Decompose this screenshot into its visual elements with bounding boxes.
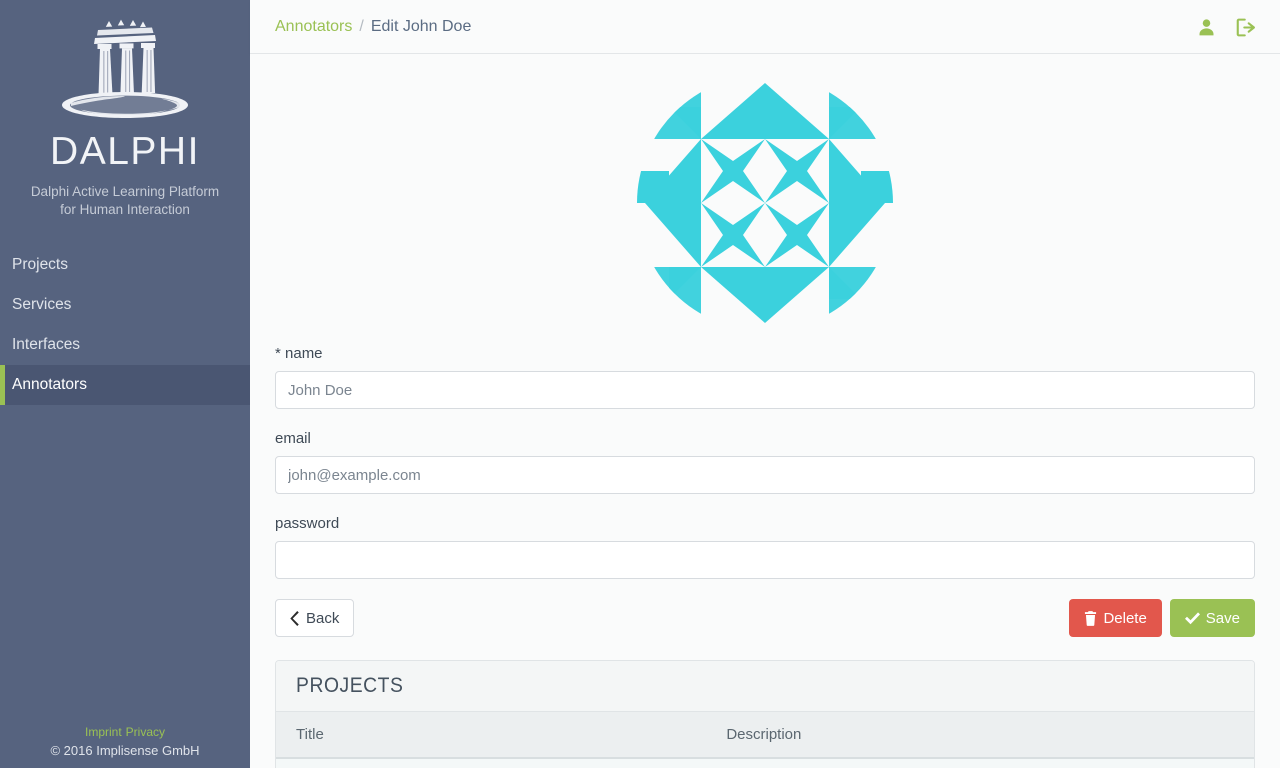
breadcrumb-separator: / xyxy=(359,18,364,35)
right-button-group: Delete Save xyxy=(1069,599,1255,637)
projects-table: Title Description xyxy=(276,712,1254,768)
brand-tagline-line2: for Human Interaction xyxy=(60,202,190,217)
copyright-text: © 2016 Implisense GmbH xyxy=(50,743,200,758)
password-label: password xyxy=(275,515,340,532)
annotator-form: * name email password Back xyxy=(250,344,1280,639)
footer-links: Imprint Privacy xyxy=(0,723,250,741)
user-icon[interactable] xyxy=(1196,17,1217,38)
table-header-row: Title Description xyxy=(276,712,1254,759)
brand-logo-block: DALPHI Dalphi Active Learning Platform f… xyxy=(0,0,250,219)
projects-table-body xyxy=(276,758,1254,768)
projects-panel-title: PROJECTS xyxy=(296,674,404,697)
trash-icon xyxy=(1084,610,1097,626)
logout-icon[interactable] xyxy=(1235,17,1258,38)
email-input[interactable] xyxy=(275,456,1255,494)
column-header-description: Description xyxy=(706,712,1254,759)
sidebar: DALPHI Dalphi Active Learning Platform f… xyxy=(0,0,250,768)
cell-description xyxy=(706,758,1254,768)
sidebar-item-interfaces[interactable]: Interfaces xyxy=(0,325,250,365)
sidebar-item-services[interactable]: Services xyxy=(0,285,250,325)
brand-title: DALPHI xyxy=(50,130,200,173)
greek-temple-icon xyxy=(62,19,188,118)
imprint-link[interactable]: Imprint xyxy=(85,725,122,739)
avatar-section xyxy=(250,54,1280,336)
header-actions xyxy=(1196,0,1258,54)
back-button[interactable]: Back xyxy=(275,599,355,637)
delete-button-label: Delete xyxy=(1103,609,1147,627)
identicon-avatar xyxy=(637,83,893,323)
name-label: * name xyxy=(275,345,323,362)
projects-panel: PROJECTS Title Description xyxy=(275,660,1255,768)
name-input[interactable] xyxy=(275,371,1255,409)
brand-tagline-line1: Dalphi Active Learning Platform xyxy=(30,184,220,199)
sidebar-item-projects[interactable]: Projects xyxy=(0,245,250,285)
password-field-group: password xyxy=(275,514,1255,579)
sidebar-nav: Projects Services Interfaces Annotators xyxy=(0,245,250,405)
main-content: * name email password Back xyxy=(250,54,1280,768)
projects-panel-heading: PROJECTS xyxy=(276,661,1254,712)
cell-title xyxy=(276,758,707,768)
projects-table-head: Title Description xyxy=(276,712,1254,759)
back-button-label: Back xyxy=(306,609,340,627)
chevron-left-icon xyxy=(290,610,300,626)
check-icon xyxy=(1184,611,1200,625)
delete-button[interactable]: Delete xyxy=(1069,599,1162,637)
save-button[interactable]: Save xyxy=(1169,599,1255,637)
name-field-group: * name xyxy=(275,344,1255,409)
brand-tagline: Dalphi Active Learning Platform for Huma… xyxy=(0,183,250,219)
form-button-row: Back Delete Save xyxy=(275,599,1255,639)
top-header-bar: Annotators / Edit John Doe xyxy=(250,0,1280,54)
privacy-link[interactable]: Privacy xyxy=(126,725,165,739)
breadcrumb: Annotators / Edit John Doe xyxy=(275,0,471,54)
breadcrumb-current: Edit John Doe xyxy=(370,18,472,35)
password-input[interactable] xyxy=(275,541,1255,579)
column-header-title: Title xyxy=(276,712,707,759)
save-button-label: Save xyxy=(1205,609,1240,627)
breadcrumb-parent-link[interactable]: Annotators xyxy=(275,18,352,35)
email-field-group: email xyxy=(275,429,1255,494)
sidebar-item-annotators[interactable]: Annotators xyxy=(0,365,250,405)
table-row[interactable] xyxy=(276,758,1254,768)
email-label: email xyxy=(275,430,311,447)
sidebar-footer: Imprint Privacy © 2016 Implisense GmbH xyxy=(0,723,250,760)
